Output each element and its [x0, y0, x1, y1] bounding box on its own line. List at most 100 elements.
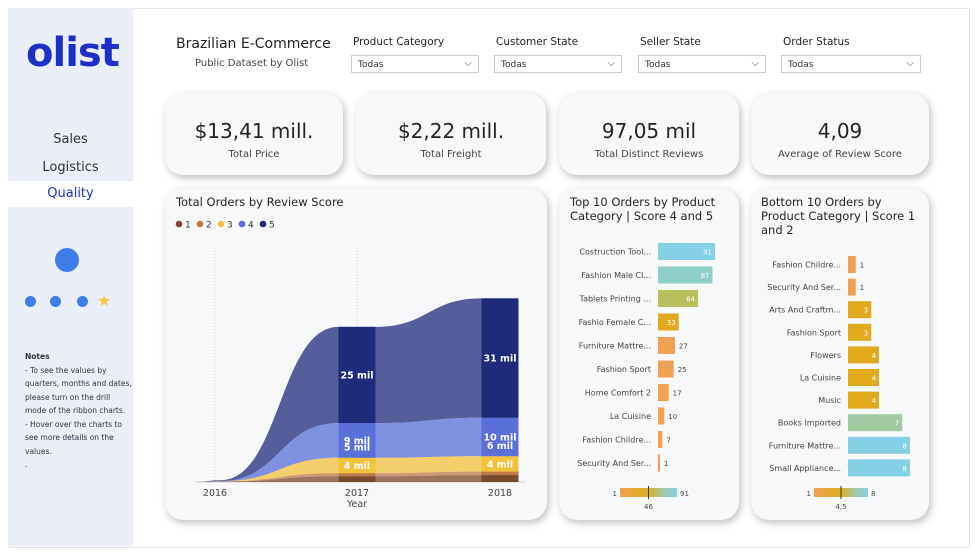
kpi-value: 4,09: [817, 119, 863, 143]
bar-value-label: 7: [895, 420, 899, 428]
legend-marker-1: [175, 220, 183, 228]
rating-dot-icon: [25, 296, 36, 307]
star-icon: ★: [97, 291, 112, 310]
bar-value-label: 33: [667, 319, 676, 327]
kpi-label: Total Price: [228, 149, 280, 160]
kpi-card-average-review-score[interactable]: 4,09 Average of Review Score: [751, 93, 929, 175]
notes-line: - Hover over the charts to: [25, 419, 122, 429]
bar-value-label: 10: [668, 413, 677, 421]
top-10-bar-chart[interactable]: Costruction Tool... 91 Fashion Male Cl... 8…: [559, 188, 739, 520]
bar: [658, 384, 669, 401]
legend-label: 5: [269, 221, 275, 231]
legend-label: 3: [227, 221, 233, 231]
category-label: Furniture Mattre...: [769, 441, 841, 450]
filter-value: Todas: [645, 60, 671, 70]
filter-seller-state-dropdown[interactable]: Todas ⌵: [638, 55, 766, 73]
kpi-card-total-price[interactable]: $13,41 mill. Total Price: [165, 93, 343, 175]
bar-value-label: 3: [864, 307, 868, 315]
category-label: Home Comfort 2: [585, 389, 651, 398]
notes: Notes - To see the values by quarters, m…: [25, 350, 135, 472]
category-label: Fashion Male Cl...: [581, 271, 651, 280]
category-label: Furniture Mattre...: [579, 342, 651, 351]
x-axis-title: Year: [346, 499, 367, 510]
bar-value-label: 3: [864, 329, 868, 337]
bar-value-label: 27: [679, 343, 688, 351]
chart-card-bottom-10-categories[interactable]: Bottom 10 Orders by Product Category | S…: [751, 188, 929, 520]
sidebar-item-logistics[interactable]: Logistics: [8, 158, 133, 178]
kpi-label: Average of Review Score: [778, 149, 902, 160]
area-chart[interactable]: 1 2 3 4 55 mil4 mil9 mil25 mil6 mil4 mil10 m…: [165, 188, 547, 520]
bar-value-label: 1: [860, 262, 864, 270]
filter-value: Todas: [358, 60, 384, 70]
filter-order-status-dropdown[interactable]: Todas ⌵: [781, 55, 921, 73]
kpi-value: 97,05 mil: [601, 119, 697, 143]
filter-value: Todas: [501, 60, 527, 70]
scale-max-label: 8: [871, 490, 875, 498]
notes-line: quarters, months and dates,: [25, 379, 132, 388]
category-label: La Cuisine: [610, 412, 651, 421]
x-tick-label: 2017: [345, 488, 369, 499]
category-label: Costruction Tool...: [579, 248, 651, 257]
sidebar-item-quality[interactable]: Quality: [8, 181, 133, 207]
notes-line: mode of the ribbon charts.: [25, 406, 126, 415]
category-label: Fashion Sport: [597, 365, 651, 374]
filter-value: Todas: [788, 60, 814, 70]
notes-line: please turn on the drill: [25, 392, 111, 402]
category-label: Fashion Sport: [787, 328, 841, 337]
scale-mid-label: 46: [644, 503, 653, 511]
bar-value-label: 64: [686, 296, 695, 304]
olist-logo: olist: [26, 30, 120, 76]
category-label: Music: [818, 396, 841, 405]
legend-marker-5: [259, 220, 267, 228]
bar: [658, 407, 665, 425]
bottom-10-bar-chart[interactable]: Fashion Childre... 1 Security And Ser... 1 A…: [751, 188, 929, 520]
scale-mid-label: 4,5: [835, 503, 846, 511]
category-label: Fashion Childre...: [582, 436, 651, 445]
x-tick-label: 2016: [203, 488, 227, 499]
category-label: Security And Ser...: [577, 459, 651, 468]
bar-value-label: 8: [903, 465, 907, 473]
category-label: Fashio Female C...: [579, 318, 651, 327]
scale-min-label: 1: [807, 490, 811, 498]
notes-line: .: [25, 460, 28, 469]
category-label: Arts And Craftm...: [769, 306, 841, 315]
sidebar: olist Sales Logistics Quality ★ Notes - …: [8, 8, 133, 546]
column-segment-score-2: [338, 473, 376, 477]
legend-label: 4: [248, 221, 254, 231]
filter-product-category-dropdown[interactable]: Todas ⌵: [351, 55, 479, 73]
notes-line: see more details on the: [25, 433, 114, 442]
bar: [658, 337, 675, 354]
filter-customer-state-dropdown[interactable]: Todas ⌵: [494, 55, 622, 73]
legend-marker-3: [217, 220, 225, 228]
x-tick-label: 2018: [488, 488, 512, 499]
kpi-card-total-distinct-reviews[interactable]: 97,05 mil Total Distinct Reviews: [559, 93, 739, 175]
kpi-card-total-freight[interactable]: $2,22 mill. Total Freight: [356, 93, 546, 175]
bar: [658, 360, 674, 378]
bar: [848, 278, 856, 296]
chart-card-orders-by-review-score[interactable]: Total Orders by Review Score 123455 mil 4…: [165, 188, 547, 520]
category-label: Small Appliance...: [769, 464, 841, 473]
category-label: Fashion Childre...: [772, 261, 841, 270]
category-label: Tablets Printing ...: [579, 295, 651, 304]
column-segment-score-2: [481, 471, 519, 476]
filter-label-order-status: Order Status: [783, 36, 850, 48]
chart-card-top-10-categories[interactable]: Top 10 Orders by Product Category | Scor…: [559, 188, 739, 520]
category-label: Flowers: [810, 351, 841, 360]
notes-line: - To see the values by: [25, 365, 107, 375]
legend-marker-2: [196, 220, 204, 228]
kpi-value: $2,22 mill.: [397, 119, 505, 143]
notes-title: Notes: [25, 352, 50, 361]
kpi-label: Total Distinct Reviews: [594, 149, 704, 160]
data-label: 4 mil: [487, 459, 513, 470]
bar-value-label: 17: [673, 390, 682, 398]
bar: [658, 431, 663, 448]
bar-value-label: 7: [666, 437, 670, 445]
bar-value-label: 91: [703, 249, 712, 257]
legend-label: 2: [206, 221, 212, 231]
data-label: 10 mil: [484, 432, 517, 443]
scale-min-label: 1: [613, 490, 617, 498]
bar-value-label: 25: [678, 366, 687, 374]
sidebar-item-sales[interactable]: Sales: [8, 130, 133, 150]
category-label: Security And Ser...: [767, 283, 841, 292]
chevron-down-icon: ⌵: [751, 58, 759, 69]
